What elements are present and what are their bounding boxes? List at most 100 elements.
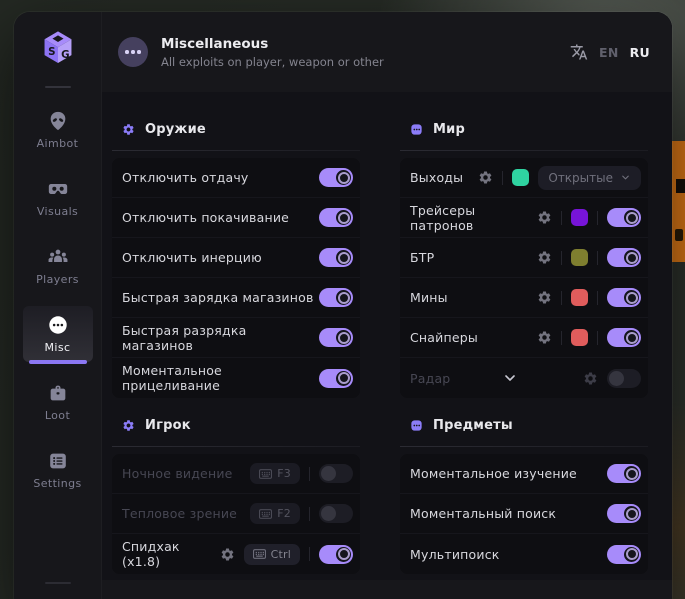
page-titles: Miscellaneous All exploits on player, we… bbox=[161, 36, 384, 69]
table-row: Спидхак (x1.8) Ctrl bbox=[112, 534, 360, 574]
toggle-on[interactable] bbox=[607, 208, 641, 227]
toggle-knob bbox=[624, 290, 639, 305]
sidebar-divider bbox=[45, 86, 71, 88]
row-label: Отключить покачивание bbox=[122, 210, 289, 225]
row-label: Отключить инерцию bbox=[122, 250, 262, 265]
toggle-on[interactable] bbox=[319, 208, 353, 227]
settings-list-icon bbox=[47, 450, 69, 472]
language-switcher: EN RU bbox=[570, 43, 650, 61]
table-row: Отключить инерцию bbox=[112, 238, 360, 278]
section-world: Мир Выходы Открытые bbox=[400, 116, 648, 398]
toggle-knob bbox=[336, 250, 351, 265]
table-row: Быстрая разрядка магазинов bbox=[112, 318, 360, 358]
lang-en-button[interactable]: EN bbox=[599, 45, 619, 60]
toggle-on[interactable] bbox=[319, 168, 353, 187]
row-label: Быстрая зарядка магазинов bbox=[122, 290, 314, 305]
page-header: Miscellaneous All exploits on player, we… bbox=[102, 12, 672, 92]
cheat-menu-window: S G Aimbot Visuals Players Misc bbox=[14, 12, 672, 599]
ellipsis-circle-icon bbox=[47, 314, 69, 336]
keyboard-icon bbox=[259, 469, 272, 479]
table-row: БТР bbox=[400, 238, 648, 278]
gear-icon[interactable] bbox=[537, 330, 552, 345]
color-swatch[interactable] bbox=[571, 249, 588, 266]
toggle-on[interactable] bbox=[319, 248, 353, 267]
toggle-on[interactable] bbox=[319, 288, 353, 307]
toggle-off[interactable] bbox=[319, 504, 353, 523]
toggle-knob bbox=[624, 466, 639, 481]
chevron-down-icon[interactable] bbox=[502, 370, 518, 386]
row-label: Мины bbox=[410, 290, 448, 305]
table-row: Тепловое зрение F2 bbox=[112, 494, 360, 534]
toggle-on[interactable] bbox=[607, 248, 641, 267]
lang-ru-button[interactable]: RU bbox=[630, 45, 650, 60]
sidebar-item-visuals[interactable]: Visuals bbox=[23, 170, 93, 226]
exits-dropdown[interactable]: Открытые bbox=[538, 166, 641, 190]
toggle-off[interactable] bbox=[319, 464, 353, 483]
toggle-off[interactable] bbox=[607, 369, 641, 388]
sidebar-item-label: Misc bbox=[45, 341, 71, 354]
section-weapon: Оружие Отключить отдачу Отключить покачи… bbox=[112, 116, 360, 398]
toggle-on[interactable] bbox=[607, 504, 641, 523]
gear-icon[interactable] bbox=[583, 371, 598, 386]
control-divider bbox=[561, 251, 562, 265]
color-swatch[interactable] bbox=[571, 289, 588, 306]
row-label: Моментальное изучение bbox=[410, 466, 577, 481]
toggle-knob bbox=[336, 330, 351, 345]
toggle-on[interactable] bbox=[607, 464, 641, 483]
dropdown-value: Открытые bbox=[548, 171, 613, 185]
gear-icon[interactable] bbox=[478, 170, 493, 185]
toggle-on[interactable] bbox=[319, 545, 353, 564]
toggle-knob bbox=[321, 506, 336, 521]
translate-icon[interactable] bbox=[570, 43, 588, 61]
gear-icon[interactable] bbox=[537, 250, 552, 265]
toggle-on[interactable] bbox=[607, 545, 641, 564]
content-footer-strip bbox=[102, 580, 672, 599]
toggle-knob bbox=[336, 547, 351, 562]
hotkey-badge[interactable]: F3 bbox=[250, 463, 300, 484]
table-row: Отключить покачивание bbox=[112, 198, 360, 238]
toggle-on[interactable] bbox=[319, 369, 353, 388]
section-divider bbox=[400, 150, 648, 151]
color-swatch[interactable] bbox=[571, 329, 588, 346]
color-swatch[interactable] bbox=[571, 209, 588, 226]
sidebar-item-settings[interactable]: Settings bbox=[23, 442, 93, 498]
row-label: Моментальное прицеливание bbox=[122, 363, 319, 393]
briefcase-icon bbox=[47, 382, 69, 404]
table-row: Снайперы bbox=[400, 318, 648, 358]
table-row: Трейсеры патронов bbox=[400, 198, 648, 238]
color-swatch[interactable] bbox=[512, 169, 529, 186]
row-label: Тепловое зрение bbox=[122, 506, 237, 521]
hotkey-badge[interactable]: Ctrl bbox=[244, 544, 300, 565]
row-label: Мультипоиск bbox=[410, 547, 500, 562]
toggle-knob bbox=[624, 210, 639, 225]
sidebar-item-aimbot[interactable]: Aimbot bbox=[23, 102, 93, 158]
sidebar-item-players[interactable]: Players bbox=[23, 238, 93, 294]
control-divider bbox=[309, 547, 310, 561]
main-panel: Miscellaneous All exploits on player, we… bbox=[102, 12, 672, 599]
sidebar-item-loot[interactable]: Loot bbox=[23, 374, 93, 430]
section-weapon-header: Оружие bbox=[112, 116, 360, 142]
row-label: Ночное видение bbox=[122, 466, 233, 481]
section-weapon-rows: Отключить отдачу Отключить покачивание О… bbox=[112, 158, 360, 398]
control-divider bbox=[561, 211, 562, 225]
sidebar-item-misc[interactable]: Misc bbox=[23, 306, 93, 362]
sidebar-item-label: Loot bbox=[45, 409, 70, 422]
control-divider bbox=[597, 331, 598, 345]
gear-icon[interactable] bbox=[537, 210, 552, 225]
toggle-on[interactable] bbox=[319, 328, 353, 347]
row-label: Спидхак (x1.8) bbox=[122, 539, 220, 569]
control-divider bbox=[309, 467, 310, 481]
row-label: Выходы bbox=[410, 170, 463, 185]
toggle-on[interactable] bbox=[607, 328, 641, 347]
gear-icon[interactable] bbox=[220, 547, 235, 562]
sidebar-nav: Aimbot Visuals Players Misc Loot Setting… bbox=[14, 102, 101, 498]
toggle-on[interactable] bbox=[607, 288, 641, 307]
section-player: Игрок Ночное видение F3 bbox=[112, 412, 360, 574]
hotkey-badge[interactable]: F2 bbox=[250, 503, 300, 524]
gear-icon[interactable] bbox=[537, 290, 552, 305]
sidebar-item-label: Visuals bbox=[37, 205, 78, 218]
table-row: Моментальное изучение bbox=[400, 454, 648, 494]
page-subtitle: All exploits on player, weapon or other bbox=[161, 55, 384, 69]
crowd-icon bbox=[47, 246, 69, 268]
section-title: Оружие bbox=[145, 122, 206, 137]
